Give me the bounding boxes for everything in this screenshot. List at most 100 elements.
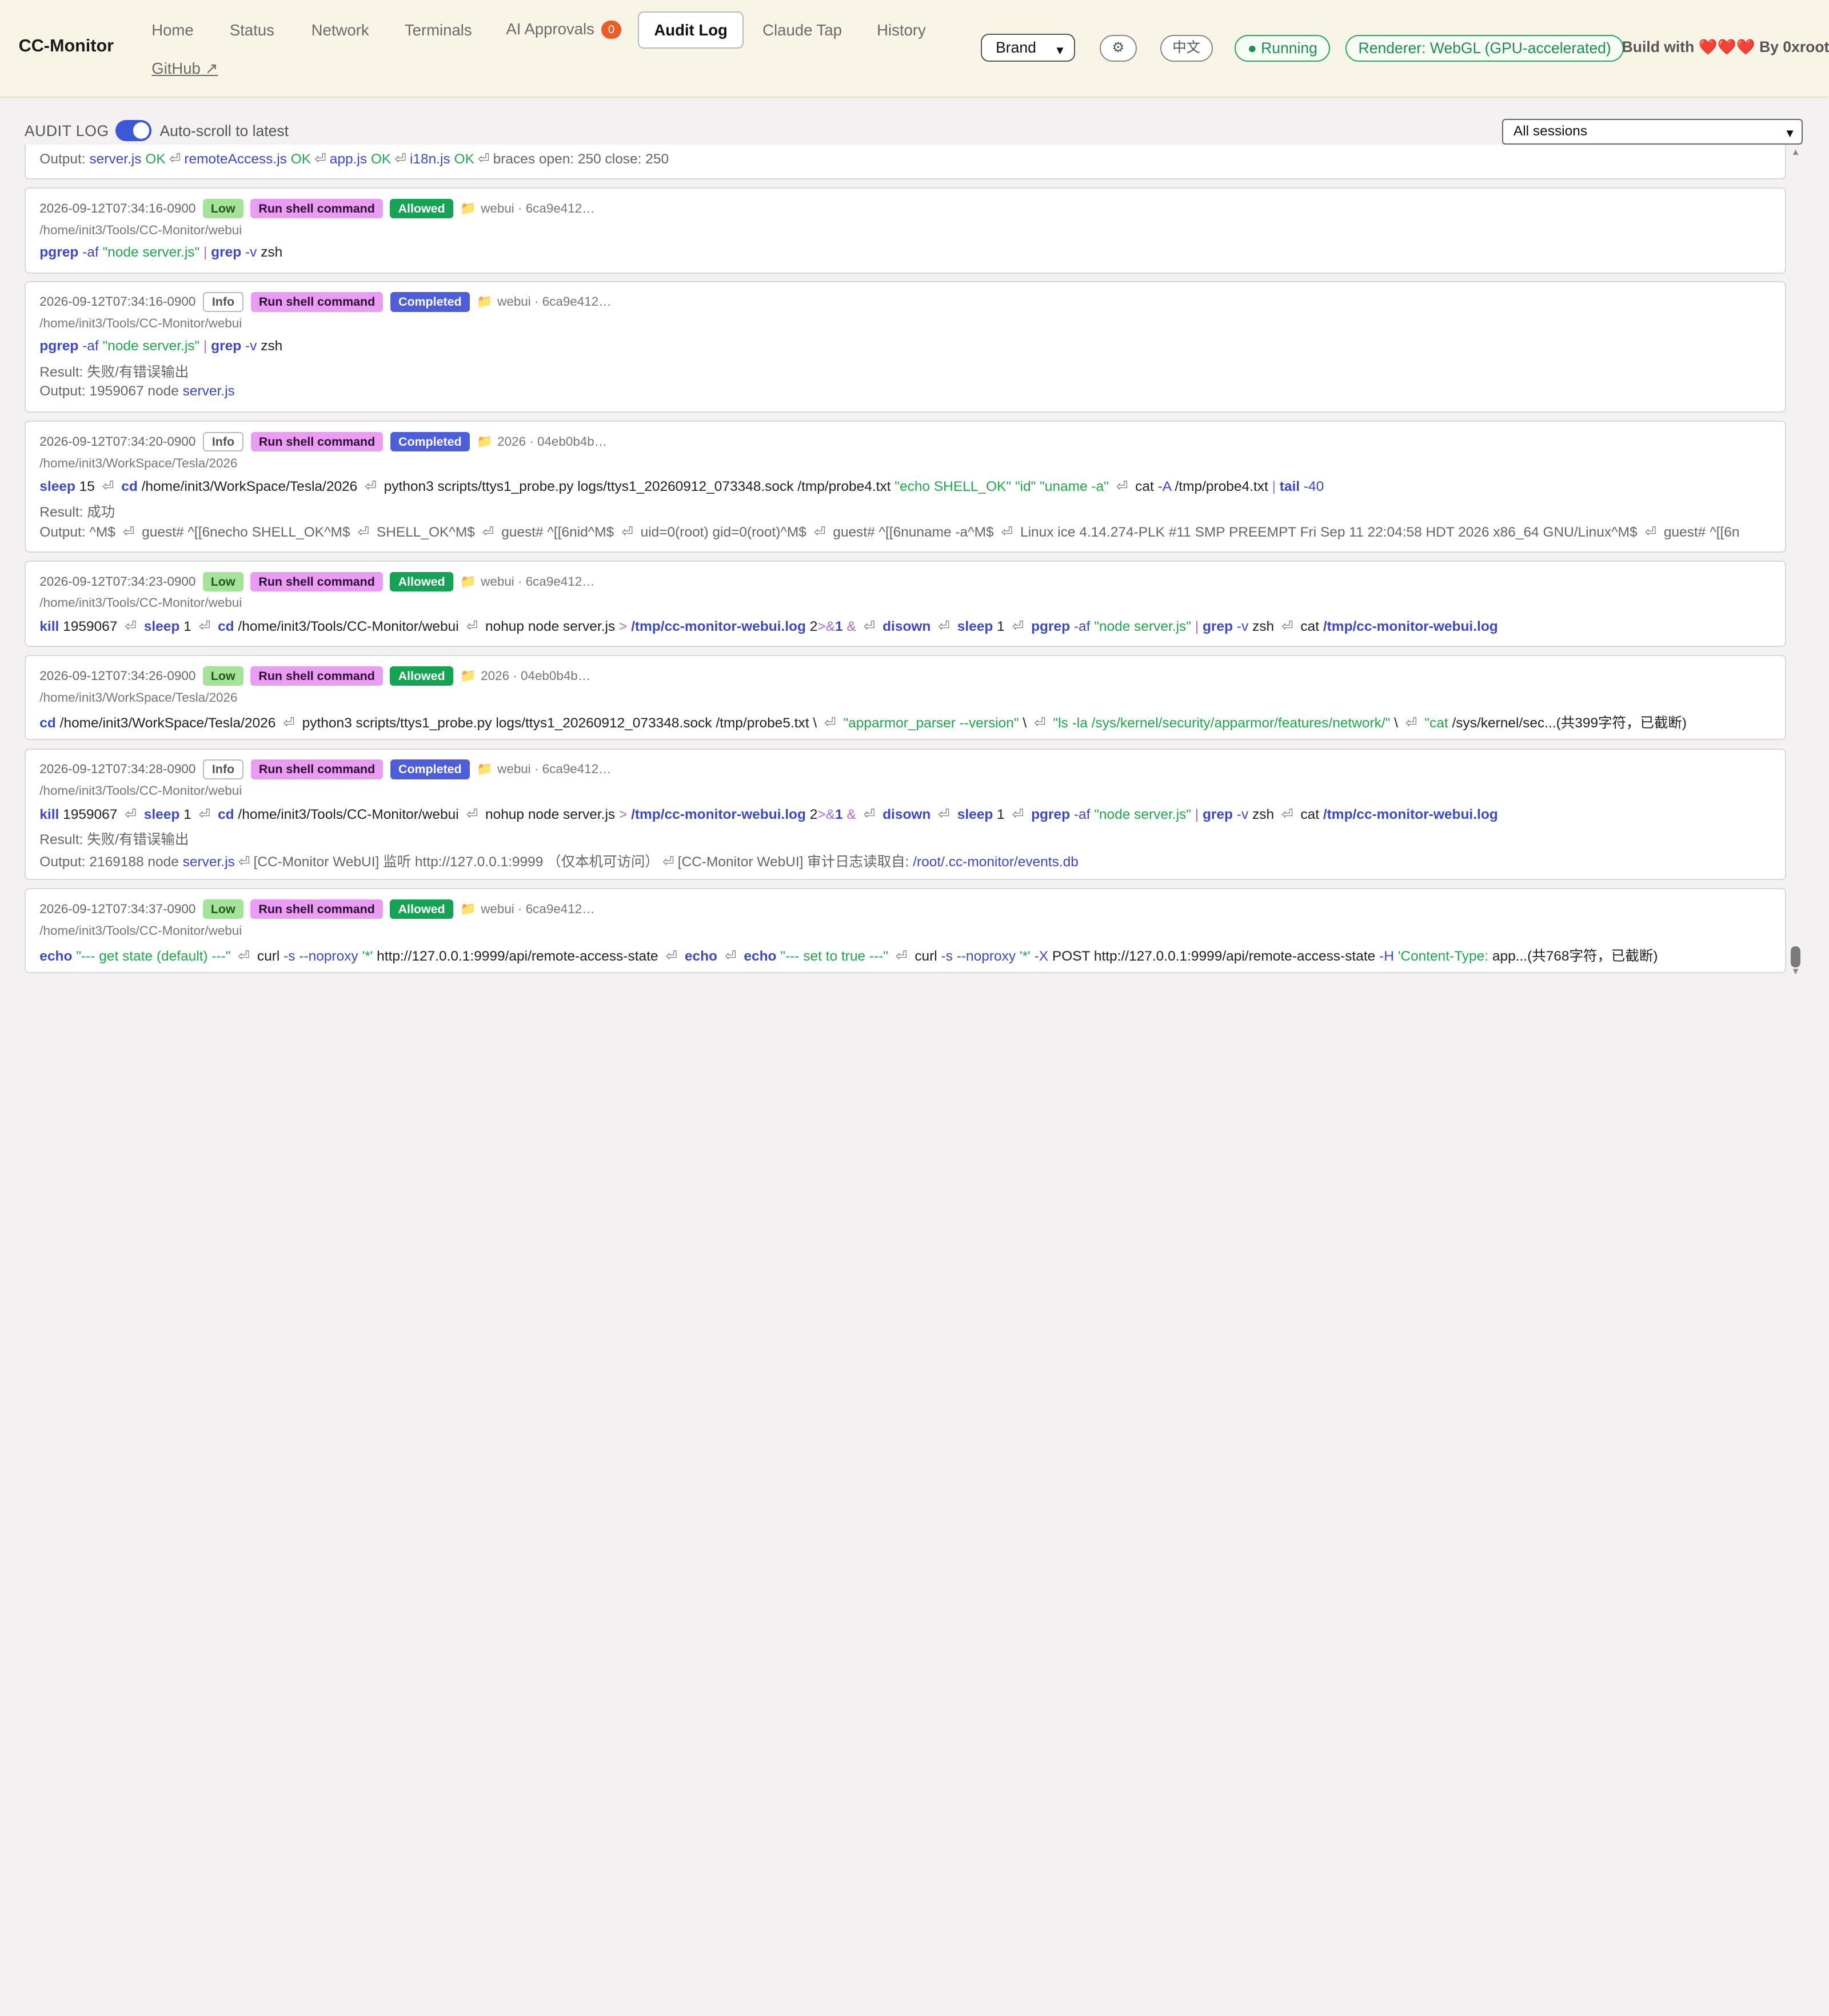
scrollbar-thumb[interactable] — [1791, 946, 1800, 968]
log-entry: 2026-09-12T07:34:20-0900 Info Run shell … — [24, 421, 1787, 553]
output-file: app.js — [329, 151, 368, 167]
scroll-down-arrow-icon[interactable]: ▼ — [1791, 966, 1800, 977]
output-ok: OK — [454, 151, 474, 167]
nav-terminals[interactable]: Terminals — [405, 21, 472, 39]
result-text: 失败/有错误输出 — [87, 832, 189, 848]
nav-ai-approvals[interactable]: AI Approvals 0 — [506, 20, 621, 39]
risk-level-badge: Low — [202, 666, 243, 686]
session-filter-value: All sessions — [1513, 123, 1588, 139]
entry-output: Output: server.js OK ⏎ remoteAccess.js OK ⏎… — [39, 150, 669, 167]
log-entry: 2026-09-12T07:34:37-0900 Low Run shell c… — [24, 888, 1787, 974]
scroll-up-arrow-icon[interactable]: ▲ — [1791, 147, 1800, 158]
project-label: webui · 6ca9e412… — [481, 574, 595, 589]
entry-timestamp: 2026-09-12T07:34:16-0900 — [39, 201, 196, 216]
output-text: [CC-Monitor WebUI] 监听 http://127.0.0.1:9… — [253, 854, 659, 870]
autoscroll-toggle[interactable] — [115, 120, 152, 141]
entry-meta: 2026-09-12T07:34:20-0900 Info Run shell … — [39, 430, 607, 454]
entry-timestamp: 2026-09-12T07:34:28-0900 — [39, 762, 196, 777]
entry-timestamp: 2026-09-12T07:34:16-0900 — [39, 294, 196, 309]
return-icon: ⏎ — [478, 151, 490, 167]
nav-history[interactable]: History — [877, 21, 926, 39]
log-entry: 2026-09-12T07:34:16-0900 Info Run shell … — [24, 281, 1787, 413]
output-text: braces open: 250 close: 250 — [493, 151, 669, 167]
action-badge: Run shell command — [250, 666, 384, 686]
brand-select-value: Brand — [996, 39, 1036, 57]
entry-command: kill 1959067 ⏎ sleep 1 ⏎ cd /home/init3/… — [39, 619, 1498, 635]
session-filter-select[interactable]: All sessions ▼ — [1501, 119, 1803, 145]
entry-timestamp: 2026-09-12T07:34:20-0900 — [39, 434, 196, 449]
entry-command: sleep 15 ⏎ cd /home/init3/WorkSpace/Tesl… — [39, 479, 1324, 495]
return-icon: ⏎ — [238, 854, 250, 870]
chevron-down-icon: ▼ — [1784, 127, 1796, 141]
audit-log-title: AUDIT LOG — [24, 122, 109, 140]
output-file: /root/.cc-monitor/events.db — [913, 854, 1079, 870]
entry-meta: 2026-09-12T07:34:16-0900 Info Run shell … — [39, 290, 612, 314]
build-credit: Build with ❤️❤️❤️ By 0xroot — [1622, 38, 1829, 56]
risk-level-badge: Info — [202, 291, 244, 312]
entry-command: pgrep -af "node server.js" | grep -v zsh — [39, 338, 283, 354]
return-icon: ⏎ — [394, 151, 406, 167]
entry-meta: 2026-09-12T07:34:16-0900 Low Run shell c… — [39, 197, 595, 221]
output-file: server.js — [182, 383, 235, 399]
brand-select[interactable]: Brand ▼ — [980, 34, 1075, 62]
output-file: server.js — [182, 854, 235, 870]
output-text: 1959067 node — [89, 383, 179, 399]
entry-path: /home/init3/Tools/CC-Monitor/webui — [39, 315, 242, 330]
result-label: Result: — [39, 365, 87, 381]
risk-level-badge: Info — [202, 431, 244, 452]
result-text: 成功 — [87, 505, 115, 521]
entry-meta: 2026-09-12T07:34:26-0900 Low Run shell c… — [39, 665, 590, 688]
entry-path: /home/init3/Tools/CC-Monitor/webui — [39, 595, 242, 610]
project-tag: 📁 webui · 6ca9e412… — [460, 201, 595, 216]
nav-status[interactable]: Status — [230, 21, 274, 39]
renderer-status-badge: Renderer: WebGL (GPU-accelerated) — [1345, 35, 1624, 62]
audit-log-list[interactable]: Output: server.js OK ⏎ remoteAccess.js OK ⏎… — [0, 144, 1828, 979]
entry-result: Result: 成功 — [39, 501, 115, 521]
result-label: Result: — [39, 505, 87, 521]
running-status-badge: ● Running — [1235, 35, 1331, 62]
entry-path: /home/init3/Tools/CC-Monitor/webui — [39, 222, 242, 237]
entry-command: pgrep -af "node server.js" | grep -v zsh — [39, 245, 283, 261]
result-text: 失败/有错误输出 — [87, 365, 189, 381]
settings-button[interactable]: ⚙ — [1099, 35, 1137, 62]
approvals-count-badge: 0 — [601, 20, 621, 39]
entry-command: echo "--- get state (default) ---" ⏎ cur… — [39, 949, 1658, 965]
entry-timestamp: 2026-09-12T07:34:37-0900 — [39, 902, 196, 917]
nav-audit-log[interactable]: Audit Log — [637, 11, 744, 49]
app-title: CC-Monitor — [18, 36, 114, 56]
nav-home[interactable]: Home — [151, 21, 193, 39]
project-label: webui · 6ca9e412… — [497, 762, 612, 777]
entry-result: Result: 失败/有错误输出 — [39, 829, 189, 849]
project-label: webui · 6ca9e412… — [481, 201, 595, 216]
toggle-knob — [133, 122, 150, 139]
language-toggle-button[interactable]: 中文 — [1160, 35, 1213, 62]
nav-network[interactable]: Network — [312, 21, 369, 39]
action-badge: Run shell command — [250, 759, 384, 779]
risk-level-badge: Low — [202, 899, 243, 919]
risk-level-badge: Low — [202, 198, 243, 219]
log-scrollbar[interactable]: ▲ ▼ — [1788, 145, 1802, 979]
github-link[interactable]: GitHub ↗ — [151, 59, 218, 78]
nav-claude-tap[interactable]: Claude Tap — [762, 21, 842, 39]
entry-meta: 2026-09-12T07:34:37-0900 Low Run shell c… — [39, 898, 595, 921]
output-text: 2169188 node — [89, 854, 179, 870]
output-ok: OK — [290, 151, 312, 167]
entry-path: /home/init3/Tools/CC-Monitor/webui — [39, 783, 242, 798]
return-icon: ⏎ — [169, 151, 181, 167]
action-badge: Run shell command — [250, 431, 384, 452]
return-icon: ⏎ — [314, 151, 326, 167]
folder-icon: 📁 — [460, 669, 477, 683]
project-tag: 📁 2026 · 04eb0b4b… — [460, 669, 590, 683]
build-author: By 0xroot — [1759, 38, 1829, 56]
entry-path: /home/init3/WorkSpace/Tesla/2026 — [39, 455, 238, 470]
entry-command: cd /home/init3/WorkSpace/Tesla/2026 ⏎ py… — [39, 715, 1687, 731]
risk-level-badge: Low — [202, 571, 243, 592]
project-tag: 📁 webui · 6ca9e412… — [477, 762, 612, 777]
entry-result: Result: 失败/有错误输出 — [39, 361, 189, 381]
project-label: 2026 · 04eb0b4b… — [481, 669, 591, 683]
output-label: Output: — [39, 524, 90, 540]
result-badge: Completed — [390, 759, 470, 779]
entry-path: /home/init3/Tools/CC-Monitor/webui — [39, 923, 242, 938]
top-navigation-bar: CC-Monitor Home Status Network Terminals… — [0, 0, 1829, 98]
heart-icons: ❤️❤️❤️ — [1698, 38, 1755, 56]
